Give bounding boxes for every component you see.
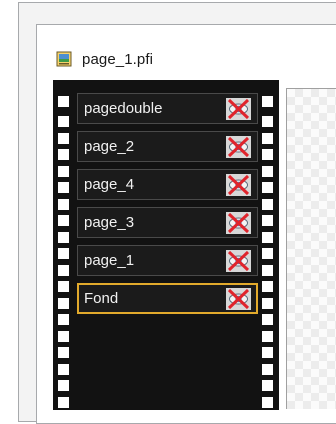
film-perforation <box>262 116 273 127</box>
layer-row-pagedouble[interactable]: pagedouble <box>77 93 258 124</box>
layer-row-page-4[interactable]: page_4 <box>77 169 258 200</box>
film-perforation <box>262 298 273 309</box>
document-title-bar[interactable]: page_1.pfi <box>56 46 153 72</box>
film-perforation <box>58 364 69 375</box>
film-perforation <box>262 265 273 276</box>
hidden-eye-icon[interactable] <box>225 135 252 159</box>
film-perforation <box>58 314 69 325</box>
film-perforation <box>262 380 273 391</box>
layer-row-fond[interactable]: Fond <box>77 283 258 314</box>
film-perforation <box>58 380 69 391</box>
film-perforation <box>58 199 69 210</box>
film-perforation <box>58 215 69 226</box>
film-perforation <box>58 232 69 243</box>
film-perforation <box>262 397 273 408</box>
layer-row-page-3[interactable]: page_3 <box>77 207 258 238</box>
film-perforation <box>58 149 69 160</box>
film-perforation <box>262 96 273 107</box>
film-perforation <box>58 248 69 259</box>
film-perforation <box>262 166 273 177</box>
layer-name: page_4 <box>84 176 135 193</box>
film-perforation <box>262 248 273 259</box>
film-perforation <box>58 166 69 177</box>
layer-name: page_3 <box>84 214 135 231</box>
film-perforation <box>262 314 273 325</box>
film-perforation <box>58 347 69 358</box>
film-perforation <box>262 281 273 292</box>
layer-name: Fond <box>84 290 119 307</box>
film-perforation <box>262 347 273 358</box>
film-perforation <box>58 397 69 408</box>
film-perforation <box>262 331 273 342</box>
hidden-eye-icon[interactable] <box>225 249 252 273</box>
hidden-eye-icon[interactable] <box>225 173 252 197</box>
film-perforation <box>58 331 69 342</box>
layers-filmstrip: pagedouble page_2 page_4 page_3 page_1 F… <box>53 80 279 410</box>
layer-name: page_1 <box>84 252 135 269</box>
film-perforation <box>262 133 273 144</box>
hidden-eye-icon[interactable] <box>225 97 252 121</box>
layer-name: page_2 <box>84 138 135 155</box>
film-perforation <box>58 281 69 292</box>
film-perforation <box>262 232 273 243</box>
film-perforation <box>58 96 69 107</box>
film-perforation <box>58 265 69 276</box>
image-file-icon <box>56 51 72 67</box>
film-perforation <box>58 182 69 193</box>
film-perforation <box>262 215 273 226</box>
film-perforation <box>262 149 273 160</box>
film-perforation <box>262 364 273 375</box>
canvas-preview[interactable] <box>286 88 336 409</box>
film-perforation <box>58 116 69 127</box>
film-perforation <box>58 133 69 144</box>
layer-name: pagedouble <box>84 100 163 117</box>
film-perforation <box>58 298 69 309</box>
hidden-eye-icon[interactable] <box>225 211 252 235</box>
layer-row-page-1[interactable]: page_1 <box>77 245 258 276</box>
film-perforation <box>262 182 273 193</box>
document-file-name: page_1.pfi <box>82 50 154 68</box>
layer-row-page-2[interactable]: page_2 <box>77 131 258 162</box>
film-perforation <box>262 199 273 210</box>
hidden-eye-icon[interactable] <box>225 287 252 311</box>
